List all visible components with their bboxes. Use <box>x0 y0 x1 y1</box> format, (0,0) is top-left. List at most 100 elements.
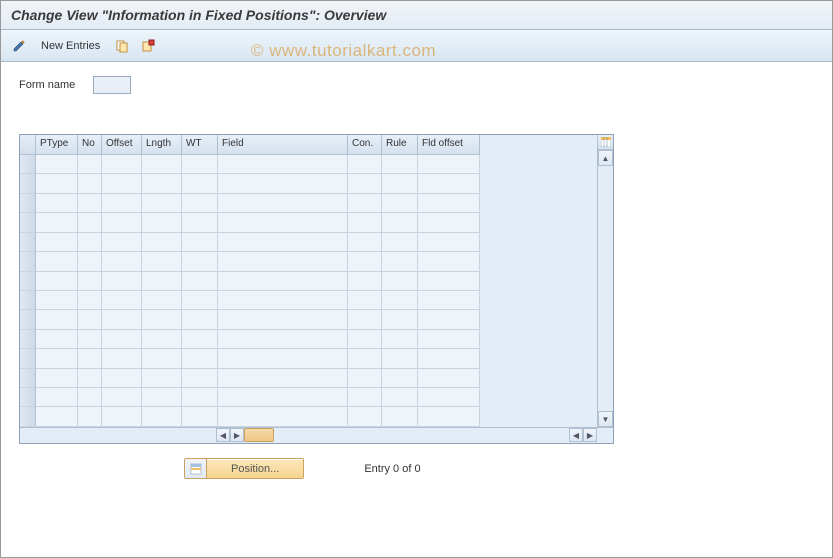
table-cell[interactable] <box>142 388 182 407</box>
table-cell[interactable] <box>142 349 182 368</box>
row-selector[interactable] <box>20 310 36 329</box>
table-cell[interactable] <box>418 194 480 213</box>
table-cell[interactable] <box>418 233 480 252</box>
table-cell[interactable] <box>182 388 218 407</box>
table-cell[interactable] <box>348 349 382 368</box>
table-cell[interactable] <box>218 194 348 213</box>
scroll-left-button[interactable]: ◀ <box>216 428 230 442</box>
table-cell[interactable] <box>382 213 418 232</box>
table-cell[interactable] <box>142 310 182 329</box>
scroll-down-button[interactable]: ▼ <box>598 411 613 427</box>
table-cell[interactable] <box>182 155 218 174</box>
table-cell[interactable] <box>382 310 418 329</box>
table-cell[interactable] <box>182 291 218 310</box>
table-cell[interactable] <box>142 272 182 291</box>
table-cell[interactable] <box>36 291 78 310</box>
horizontal-scrollbar[interactable]: ◀ ▶ ◀ ▶ <box>20 427 613 443</box>
table-cell[interactable] <box>218 213 348 232</box>
row-selector[interactable] <box>20 194 36 213</box>
table-cell[interactable] <box>142 213 182 232</box>
table-cell[interactable] <box>218 252 348 271</box>
form-name-input[interactable] <box>93 76 131 94</box>
table-cell[interactable] <box>218 330 348 349</box>
table-cell[interactable] <box>418 213 480 232</box>
table-cell[interactable] <box>78 194 102 213</box>
scroll-right-inner-button[interactable]: ▶ <box>230 428 244 442</box>
table-cell[interactable] <box>102 310 142 329</box>
scroll-track-vertical[interactable] <box>598 166 613 411</box>
row-selector[interactable] <box>20 349 36 368</box>
column-header[interactable]: Fld offset <box>418 135 480 155</box>
table-cell[interactable] <box>182 330 218 349</box>
row-selector[interactable] <box>20 369 36 388</box>
table-cell[interactable] <box>382 272 418 291</box>
table-cell[interactable] <box>218 233 348 252</box>
table-cell[interactable] <box>78 252 102 271</box>
row-selector[interactable] <box>20 252 36 271</box>
table-cell[interactable] <box>36 310 78 329</box>
table-cell[interactable] <box>182 233 218 252</box>
table-cell[interactable] <box>102 388 142 407</box>
table-cell[interactable] <box>348 155 382 174</box>
table-cell[interactable] <box>382 388 418 407</box>
table-cell[interactable] <box>218 272 348 291</box>
table-cell[interactable] <box>182 194 218 213</box>
table-cell[interactable] <box>36 233 78 252</box>
table-cell[interactable] <box>182 272 218 291</box>
copy-icon[interactable] <box>112 36 132 56</box>
column-header[interactable]: Lngth <box>142 135 182 155</box>
table-cell[interactable] <box>78 407 102 426</box>
table-cell[interactable] <box>142 174 182 193</box>
table-cell[interactable] <box>78 388 102 407</box>
table-cell[interactable] <box>382 233 418 252</box>
scroll-up-button[interactable]: ▲ <box>598 150 613 166</box>
table-cell[interactable] <box>382 252 418 271</box>
table-cell[interactable] <box>36 330 78 349</box>
table-cell[interactable] <box>218 310 348 329</box>
table-cell[interactable] <box>102 291 142 310</box>
table-cell[interactable] <box>102 213 142 232</box>
table-cell[interactable] <box>418 272 480 291</box>
row-selector[interactable] <box>20 233 36 252</box>
table-cell[interactable] <box>78 349 102 368</box>
position-button[interactable]: Position... <box>184 458 304 479</box>
table-cell[interactable] <box>418 407 480 426</box>
table-cell[interactable] <box>382 174 418 193</box>
table-cell[interactable] <box>36 194 78 213</box>
new-entries-button[interactable]: New Entries <box>35 40 106 52</box>
table-cell[interactable] <box>142 407 182 426</box>
table-cell[interactable] <box>182 213 218 232</box>
table-cell[interactable] <box>348 174 382 193</box>
table-cell[interactable] <box>102 194 142 213</box>
table-cell[interactable] <box>348 272 382 291</box>
table-cell[interactable] <box>418 155 480 174</box>
scroll-thumb-horizontal[interactable] <box>244 428 274 442</box>
row-selector[interactable] <box>20 174 36 193</box>
table-cell[interactable] <box>142 291 182 310</box>
table-cell[interactable] <box>418 310 480 329</box>
row-selector[interactable] <box>20 330 36 349</box>
table-cell[interactable] <box>36 155 78 174</box>
column-header[interactable]: Offset <box>102 135 142 155</box>
table-cell[interactable] <box>418 252 480 271</box>
table-cell[interactable] <box>102 174 142 193</box>
table-cell[interactable] <box>102 330 142 349</box>
table-cell[interactable] <box>36 174 78 193</box>
table-cell[interactable] <box>102 233 142 252</box>
table-cell[interactable] <box>382 291 418 310</box>
table-cell[interactable] <box>348 310 382 329</box>
table-cell[interactable] <box>78 369 102 388</box>
delimit-icon[interactable] <box>138 36 158 56</box>
table-cell[interactable] <box>348 330 382 349</box>
table-cell[interactable] <box>218 155 348 174</box>
toggle-edit-icon[interactable] <box>9 36 29 56</box>
row-selector[interactable] <box>20 213 36 232</box>
table-cell[interactable] <box>102 349 142 368</box>
table-cell[interactable] <box>348 369 382 388</box>
table-cell[interactable] <box>418 388 480 407</box>
column-header[interactable]: No <box>78 135 102 155</box>
table-cell[interactable] <box>348 252 382 271</box>
table-cell[interactable] <box>36 369 78 388</box>
table-cell[interactable] <box>78 291 102 310</box>
table-cell[interactable] <box>182 349 218 368</box>
